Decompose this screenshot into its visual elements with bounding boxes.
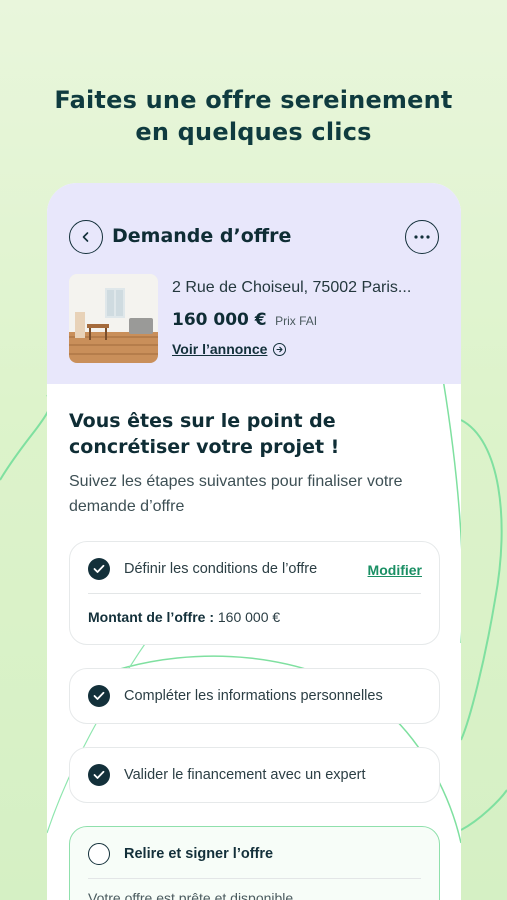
page-headline: Faites une offre sereinement en quelques… [0,84,507,148]
property-photo[interactable] [69,274,158,363]
apartment-photo-image [69,274,158,363]
step-description: Votre offre est prête et disponible [88,890,294,900]
intro-subtitle: Suivez les étapes suivantes pour finalis… [69,473,403,515]
headline-line-2: en quelques clics [135,118,372,146]
step-personal-info[interactable]: Compléter les informations personnelles [69,668,440,724]
chevron-left-icon [82,232,89,242]
property-address: 2 Rue de Choiseul, 75002 Paris... [172,279,412,296]
offer-amount-value: 160 000 € [217,609,281,625]
back-button[interactable] [69,220,103,254]
step-row: Définir les conditions de l’offre [88,558,317,580]
see-listing-label: Voir l’annonce [172,341,268,357]
step-label: Définir les conditions de l’offre [124,561,318,577]
step-row: Compléter les informations personnelles [88,685,383,707]
see-listing-link[interactable]: Voir l’annonce [172,341,287,357]
step-row: Relire et signer l’offre [88,843,273,865]
step-label: Compléter les informations personnelles [124,688,383,704]
check-circle-icon [88,558,110,580]
step-label: Valider le financement avec un expert [124,767,366,783]
more-options-button[interactable] [405,220,439,254]
divider [88,878,421,879]
offer-amount-label: Montant de l’offre : [88,609,214,625]
offer-header: Demande d’offre 2 Rue de Choiseul, 75002… [47,183,461,384]
check-circle-icon [88,685,110,707]
price-value: 160 000 € [172,310,267,330]
step-review-sign[interactable]: Relire et signer l’offre Votre offre est… [69,826,440,900]
property-price: 160 000 € Prix FAI [172,310,317,330]
page-title: Demande d’offre [112,225,292,247]
phone-screen: Demande d’offre 2 Rue de Choiseul, 75002… [47,183,461,900]
radio-circle-icon[interactable] [88,843,110,865]
step-financing[interactable]: Valider le financement avec un expert [69,747,440,803]
price-note: Prix FAI [275,314,318,328]
divider [88,593,421,594]
check-circle-icon [88,764,110,786]
offer-amount: Montant de l’offre : 160 000 € [88,609,280,625]
arrow-right-circle-icon [273,342,287,356]
step-row: Valider le financement avec un expert [88,764,366,786]
step-offer-conditions: Définir les conditions de l’offre Modifi… [69,541,440,645]
headline-line-1: Faites une offre sereinement [54,86,453,114]
intro-title: Vous êtes sur le point de concrétiser vo… [69,410,340,458]
modify-offer-link[interactable]: Modifier [368,562,422,578]
more-horizontal-icon [414,235,430,239]
step-label: Relire et signer l’offre [124,846,274,862]
